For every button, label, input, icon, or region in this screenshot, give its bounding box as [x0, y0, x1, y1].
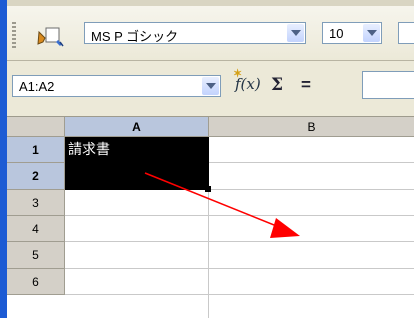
cell-a4[interactable] [65, 216, 209, 242]
row-header-4[interactable]: 4 [7, 216, 65, 242]
cell-a7[interactable] [65, 295, 209, 318]
row-header-5[interactable]: 5 [7, 242, 65, 269]
font-size-combo[interactable]: 10 [322, 22, 382, 44]
toolbar-top-strip [7, 0, 414, 6]
window-edge [0, 0, 7, 318]
cell-b4[interactable] [209, 216, 414, 242]
cell-a3[interactable] [65, 190, 209, 216]
name-box-value: A1:A2 [19, 79, 55, 94]
sum-icon[interactable]: Σ [271, 75, 283, 95]
column-header-b[interactable]: B [209, 117, 414, 137]
cell-b6[interactable] [209, 269, 414, 295]
formula-input[interactable] [362, 71, 414, 99]
next-combo[interactable] [398, 22, 414, 44]
cell-a5[interactable] [65, 242, 209, 269]
formula-bar: A1:A2 ✶ f(x) Σ = [7, 61, 414, 116]
cell-b7[interactable] [209, 295, 414, 318]
row-header-3[interactable]: 3 [7, 190, 65, 216]
cell-b2[interactable] [209, 163, 414, 190]
font-name-value: MS P ゴシック [91, 29, 179, 44]
formatting-toolbar: MS P ゴシック 10 [7, 0, 414, 61]
cell-b5[interactable] [209, 242, 414, 269]
cell-a1-value: 請求書 [68, 141, 110, 157]
font-size-dropdown-icon[interactable] [363, 24, 380, 42]
cell-a1[interactable]: 請求書 [65, 137, 209, 163]
cell-a6[interactable] [65, 269, 209, 295]
function-equals-icon[interactable]: = [301, 75, 311, 95]
font-size-value: 10 [329, 26, 344, 41]
toolbar-grip[interactable] [12, 22, 16, 48]
cell-a2[interactable] [65, 163, 209, 190]
column-header-a[interactable]: A [65, 117, 209, 137]
row-header-2[interactable]: 2 [7, 163, 65, 190]
name-box[interactable]: A1:A2 [12, 75, 221, 97]
autofill-handle[interactable] [205, 186, 211, 192]
row-header-1[interactable]: 1 [7, 137, 65, 163]
name-box-dropdown-icon[interactable] [202, 77, 219, 95]
font-name-dropdown-icon[interactable] [287, 24, 304, 42]
styles-formatting-icon[interactable] [34, 24, 66, 50]
row-header-6[interactable]: 6 [7, 269, 65, 295]
function-wizard-icon[interactable]: ✶ f(x) [233, 67, 261, 93]
cell-b3[interactable] [209, 190, 414, 216]
spreadsheet-grid: A B 1 2 3 4 5 6 請求書 [7, 117, 414, 318]
cell-b1[interactable] [209, 137, 414, 163]
font-name-combo[interactable]: MS P ゴシック [84, 22, 306, 44]
select-all-corner[interactable] [7, 117, 65, 137]
